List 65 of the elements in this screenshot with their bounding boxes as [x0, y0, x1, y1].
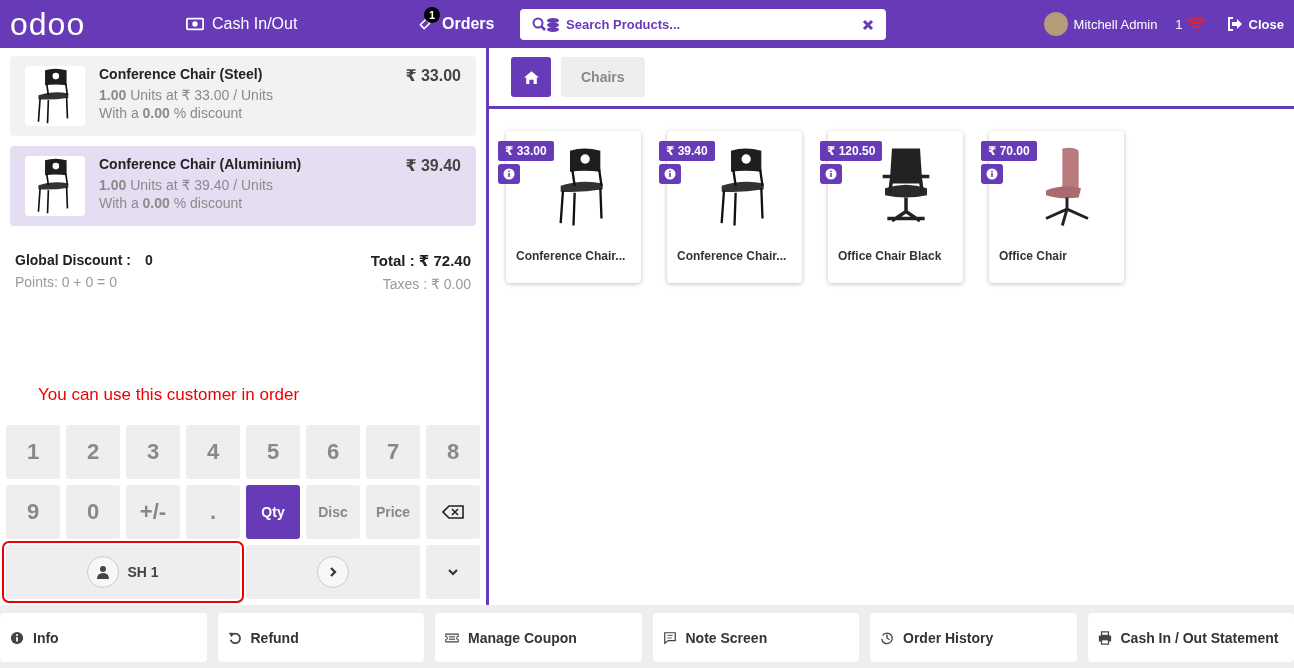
cash-in-out-button[interactable]: Cash In/Out — [180, 11, 410, 37]
order-count-badge: 1 — [424, 7, 440, 23]
undo-icon — [227, 630, 242, 645]
note-icon — [662, 630, 677, 645]
backspace-icon — [442, 505, 464, 519]
product-name: Conference Chair... — [515, 248, 627, 263]
info-icon — [664, 168, 676, 180]
product-name: Conference Chair (Aluminium) — [99, 156, 303, 172]
price-tag: ₹ 120.50 — [820, 141, 883, 161]
user-menu[interactable]: Mitchell Admin — [1043, 12, 1158, 36]
action-button[interactable]: Manage Coupon — [435, 613, 642, 662]
line-price: ₹ 39.40 — [405, 156, 461, 176]
line-quantity: 1.00 Units at ₹ 33.00 / Units — [99, 87, 274, 103]
product-name: Conference Chair... — [676, 248, 788, 263]
connection-count: 1 — [1175, 16, 1183, 32]
price-tag: ₹ 70.00 — [981, 141, 1037, 161]
backspace-key[interactable] — [426, 485, 480, 539]
notice-text: You can use this customer in order — [38, 385, 301, 405]
connection-status[interactable]: 1 — [1175, 16, 1206, 32]
person-icon — [97, 565, 110, 579]
action-button[interactable]: Info — [0, 613, 207, 662]
action-button[interactable]: Note Screen — [652, 613, 859, 662]
taxes-text: Taxes : ₹ 0.00 — [382, 276, 471, 292]
info-icon — [503, 168, 515, 180]
action-button[interactable]: Refund — [217, 613, 424, 662]
global-discount-value: 0 — [144, 252, 153, 268]
home-button[interactable] — [511, 57, 551, 97]
global-discount-label: Global Discount : — [15, 252, 131, 268]
odoo-logo: odoo — [10, 8, 87, 40]
info-icon — [825, 168, 837, 180]
printer-icon — [1097, 630, 1112, 645]
order-total: Total : ₹ 72.40 — [370, 252, 471, 270]
action-button[interactable]: Cash In / Out Statement — [1087, 613, 1294, 662]
sign-out-icon — [1225, 17, 1244, 31]
line-discount: With a 0.00 % discount — [99, 105, 244, 121]
wifi-icon — [1185, 17, 1206, 31]
line-quantity: 1.00 Units at ₹ 39.40 / Units — [99, 177, 274, 193]
line-discount: With a 0.00 % discount — [99, 195, 244, 211]
avatar-icon — [1043, 12, 1068, 36]
points-text: Points: 0 + 0 = 0 — [15, 274, 118, 290]
info-button[interactable] — [981, 164, 1003, 184]
user-name: Mitchell Admin — [1073, 16, 1158, 32]
info-button[interactable] — [659, 164, 681, 184]
search-field[interactable]: Search Products... — [520, 8, 886, 40]
search-icon — [532, 16, 562, 33]
info-button[interactable] — [498, 164, 520, 184]
product-name: Office Chair Black — [837, 248, 943, 263]
action-button[interactable]: Order History — [870, 613, 1077, 662]
home-icon — [522, 69, 540, 85]
info-button[interactable] — [820, 164, 842, 184]
product-name: Conference Chair (Steel) — [99, 66, 264, 82]
close-button[interactable]: Close — [1219, 12, 1290, 36]
line-price: ₹ 33.00 — [405, 66, 461, 86]
price-tag: ₹ 33.00 — [498, 141, 554, 161]
ticket-icon — [445, 630, 459, 645]
chevron-right-icon — [327, 566, 339, 578]
mode-key[interactable]: Qty — [246, 485, 300, 539]
history-icon — [880, 630, 894, 645]
banknote-icon — [186, 17, 204, 31]
chevron-down-icon — [447, 566, 459, 578]
clear-icon[interactable] — [862, 18, 874, 31]
price-tag: ₹ 39.40 — [659, 141, 715, 161]
info-icon — [986, 168, 998, 180]
product-name: Office Chair — [998, 248, 1068, 263]
info-icon — [10, 630, 24, 645]
